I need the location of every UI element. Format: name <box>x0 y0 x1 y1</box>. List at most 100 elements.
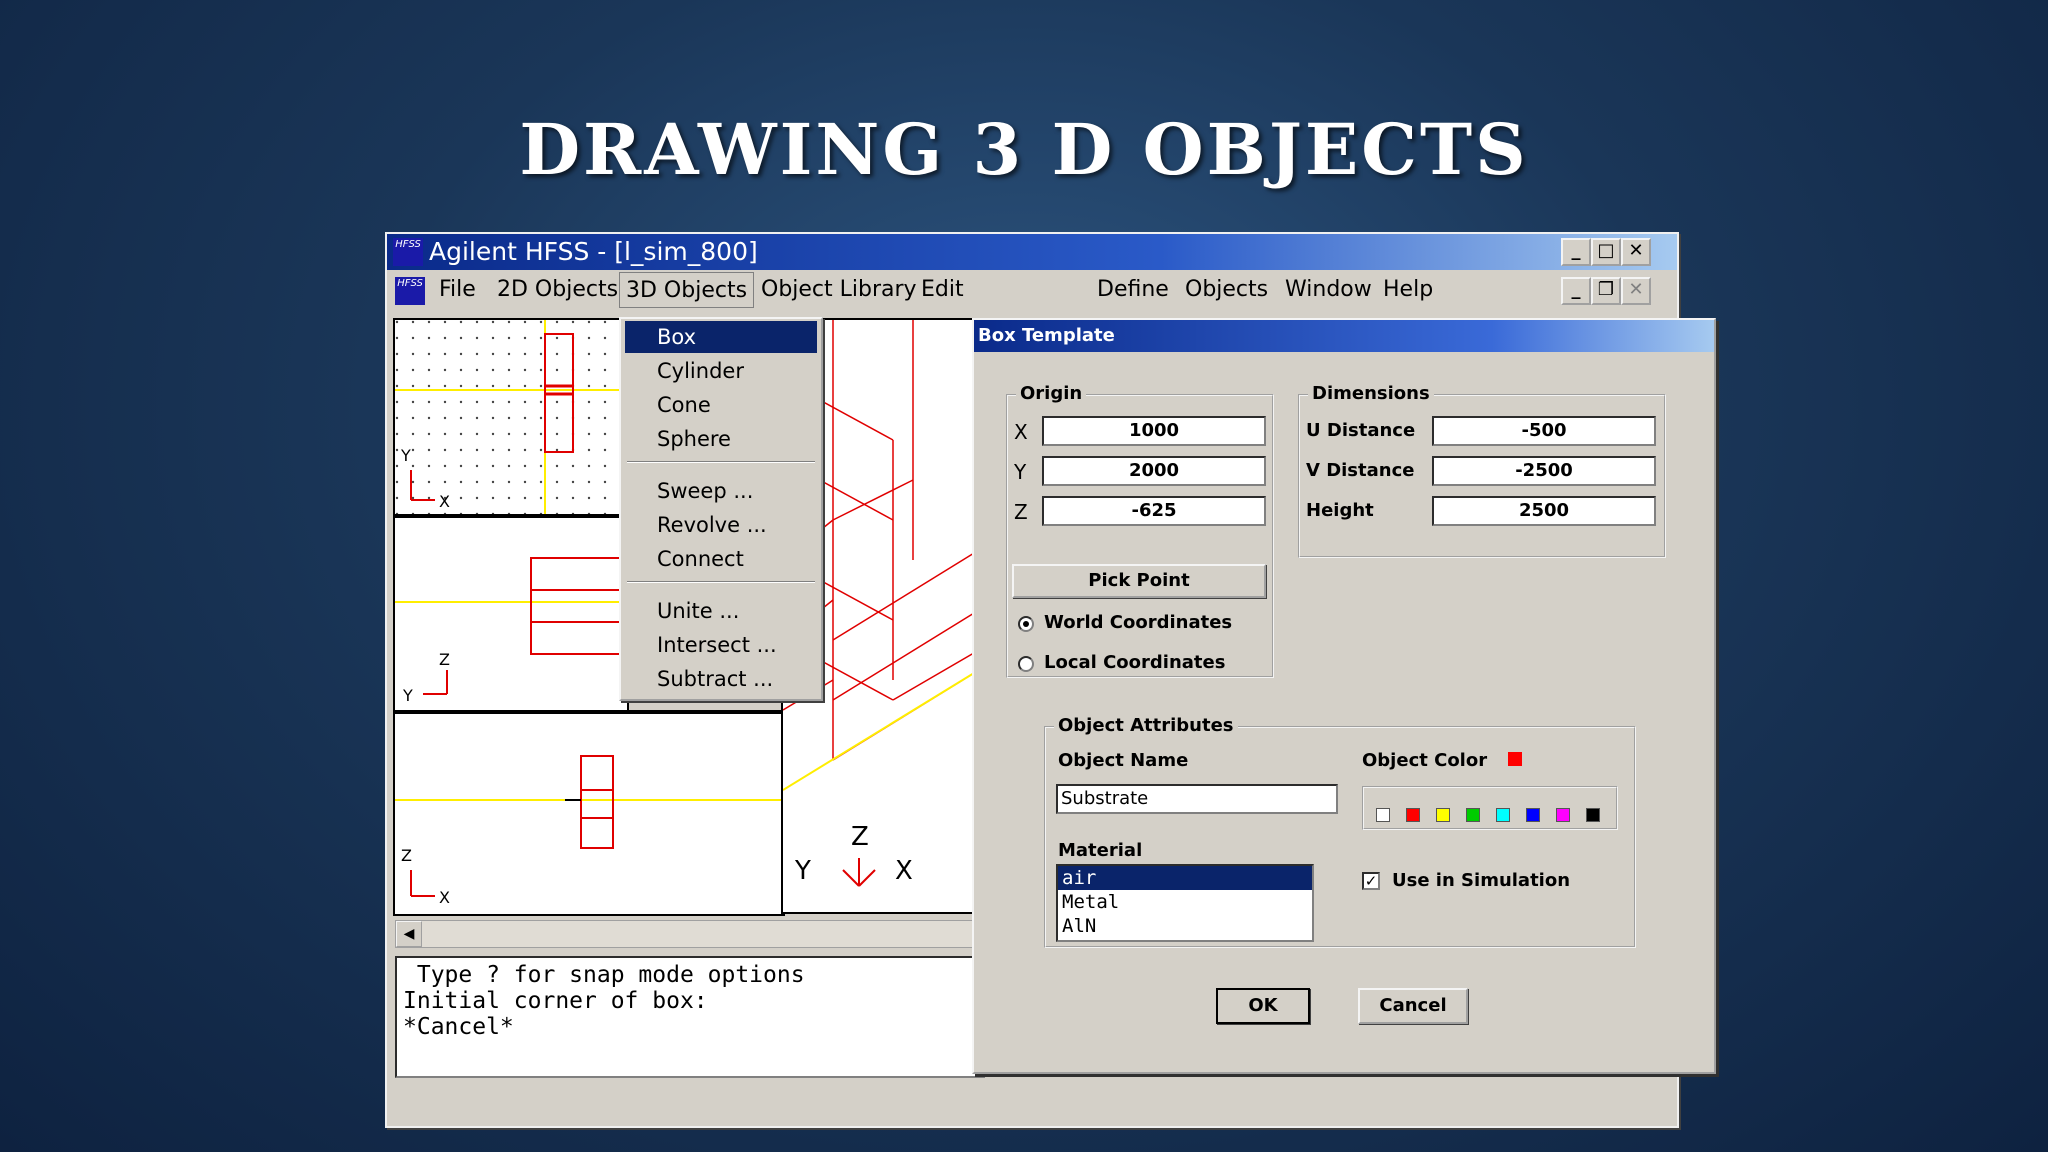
pick-point-button[interactable]: Pick Point <box>1012 564 1266 598</box>
axis-label: Z <box>439 650 450 669</box>
current-color-swatch <box>1508 752 1522 766</box>
menu-bar: HFSS File 2D Objects 3D Objects Object L… <box>387 272 1677 308</box>
axis-label: Y <box>403 686 413 705</box>
viewport-top[interactable]: Y X <box>393 318 629 518</box>
material-option[interactable]: AlN <box>1058 914 1312 938</box>
box-template-dialog: Box Template Origin X 1000 Y 2000 Z -625… <box>972 318 1716 1074</box>
color-magenta-swatch[interactable] <box>1556 808 1570 822</box>
axis-label: X <box>895 856 913 886</box>
minimize-icon[interactable]: _ <box>1561 238 1591 266</box>
color-green-swatch[interactable] <box>1466 808 1480 822</box>
origin-x-input[interactable]: 1000 <box>1042 416 1266 446</box>
mdi-minimize-icon[interactable]: _ <box>1561 277 1591 305</box>
side-view-drawing <box>395 755 783 897</box>
object-name-label: Object Name <box>1058 750 1189 771</box>
command-window[interactable]: Type ? for snap mode options Initial corn… <box>395 956 985 1078</box>
menu-item-unite[interactable]: Unite ... <box>625 595 817 627</box>
material-option[interactable]: Metal <box>1058 890 1312 914</box>
origin-y-input[interactable]: 2000 <box>1042 456 1266 486</box>
slide-title: DRAWING 3 D OBJECTS <box>519 108 1529 191</box>
window-titlebar[interactable]: HFSS Agilent HFSS - [l_sim_800] _ □ ✕ <box>387 234 1677 270</box>
object-attributes-group: Object Attributes Object Name Substrate … <box>1044 715 1636 948</box>
close-icon[interactable]: ✕ <box>1621 238 1651 266</box>
z-label: Z <box>1014 500 1028 524</box>
menu-2d-objects[interactable]: 2D Objects <box>497 272 618 308</box>
dialog-title[interactable]: Box Template <box>974 320 1714 352</box>
material-label: Material <box>1058 840 1143 861</box>
menu-item-cone[interactable]: Cone <box>625 389 817 421</box>
menu-window[interactable]: Window <box>1285 272 1372 308</box>
dimensions-group: Dimensions U Distance -500 V Distance -2… <box>1298 383 1666 558</box>
use-in-simulation-checkbox[interactable]: ✓ <box>1362 872 1380 890</box>
menu-item-sweep[interactable]: Sweep ... <box>625 475 817 507</box>
viewport-front[interactable]: Z Y <box>393 514 629 716</box>
origin-group: Origin X 1000 Y 2000 Z -625 Pick Point W… <box>1006 383 1274 678</box>
material-listbox[interactable]: air Metal AlN <box>1056 864 1314 942</box>
world-coordinates-radio[interactable] <box>1018 616 1034 632</box>
mdi-close-icon[interactable]: ✕ <box>1621 277 1651 305</box>
menu-file[interactable]: File <box>439 272 476 308</box>
color-palette <box>1362 786 1618 830</box>
menu-item-cylinder[interactable]: Cylinder <box>625 355 817 387</box>
use-in-simulation-label: Use in Simulation <box>1392 870 1571 891</box>
height-label: Height <box>1306 500 1374 521</box>
dimensions-group-title: Dimensions <box>1308 383 1434 404</box>
menu-3d-objects[interactable]: 3D Objects <box>619 272 755 308</box>
maximize-icon[interactable]: □ <box>1591 238 1621 266</box>
front-view-drawing <box>395 557 627 695</box>
u-distance-input[interactable]: -500 <box>1432 416 1656 446</box>
menu-define[interactable]: Define <box>1097 272 1169 308</box>
menu-item-connect[interactable]: Connect <box>625 543 817 575</box>
mdi-document-icon[interactable]: HFSS <box>395 277 425 305</box>
v-distance-label: V Distance <box>1306 460 1415 481</box>
hfss-app-icon: HFSS <box>393 238 423 266</box>
ok-button[interactable]: OK <box>1216 988 1310 1024</box>
menu-item-sphere[interactable]: Sphere <box>625 423 817 455</box>
window-title: Agilent HFSS - [l_sim_800] <box>429 237 758 266</box>
menu-item-subtract[interactable]: Subtract ... <box>625 663 817 695</box>
y-label: Y <box>1014 460 1027 484</box>
top-view-drawing <box>395 320 627 516</box>
axis-label: Z <box>401 846 412 865</box>
material-option[interactable]: air <box>1058 866 1312 890</box>
world-coordinates-label: World Coordinates <box>1044 612 1233 633</box>
local-coordinates-label: Local Coordinates <box>1044 652 1226 673</box>
command-line: Initial corner of box: <box>403 988 708 1014</box>
axis-label: X <box>439 888 450 907</box>
color-red-swatch[interactable] <box>1406 808 1420 822</box>
origin-z-input[interactable]: -625 <box>1042 496 1266 526</box>
x-label: X <box>1014 420 1028 444</box>
color-white-swatch[interactable] <box>1376 808 1390 822</box>
origin-group-title: Origin <box>1016 383 1087 404</box>
menu-objects[interactable]: Objects <box>1185 272 1268 308</box>
menu-help[interactable]: Help <box>1383 272 1433 308</box>
menu-item-box[interactable]: Box <box>625 321 817 353</box>
mdi-restore-icon[interactable]: ❐ <box>1591 277 1621 305</box>
axis-label: Y <box>401 446 411 465</box>
u-distance-label: U Distance <box>1306 420 1416 441</box>
command-line: *Cancel* <box>403 1014 514 1040</box>
axis-label: Z <box>851 822 869 852</box>
scroll-left-icon[interactable]: ◀ <box>396 921 422 947</box>
command-line: Type ? for snap mode options <box>403 962 805 988</box>
3d-objects-menu: Box Cylinder Cone Sphere Sweep ... Revol… <box>619 317 823 701</box>
local-coordinates-radio[interactable] <box>1018 656 1034 672</box>
color-yellow-swatch[interactable] <box>1436 808 1450 822</box>
object-name-input[interactable]: Substrate <box>1056 784 1338 814</box>
height-input[interactable]: 2500 <box>1432 496 1656 526</box>
menu-separator <box>627 581 815 583</box>
cancel-button[interactable]: Cancel <box>1358 988 1468 1024</box>
menu-item-intersect[interactable]: Intersect ... <box>625 629 817 661</box>
color-blue-swatch[interactable] <box>1526 808 1540 822</box>
color-black-swatch[interactable] <box>1586 808 1600 822</box>
color-cyan-swatch[interactable] <box>1496 808 1510 822</box>
menu-edit[interactable]: Edit <box>921 272 964 308</box>
menu-separator <box>627 461 815 463</box>
horizontal-scrollbar[interactable]: ◀ <box>395 920 987 948</box>
v-distance-input[interactable]: -2500 <box>1432 456 1656 486</box>
menu-object-library[interactable]: Object Library <box>761 272 917 308</box>
object-color-label: Object Color <box>1362 750 1488 771</box>
viewport-side[interactable]: Z X <box>393 710 785 916</box>
axis-label: X <box>439 492 450 511</box>
menu-item-revolve[interactable]: Revolve ... <box>625 509 817 541</box>
